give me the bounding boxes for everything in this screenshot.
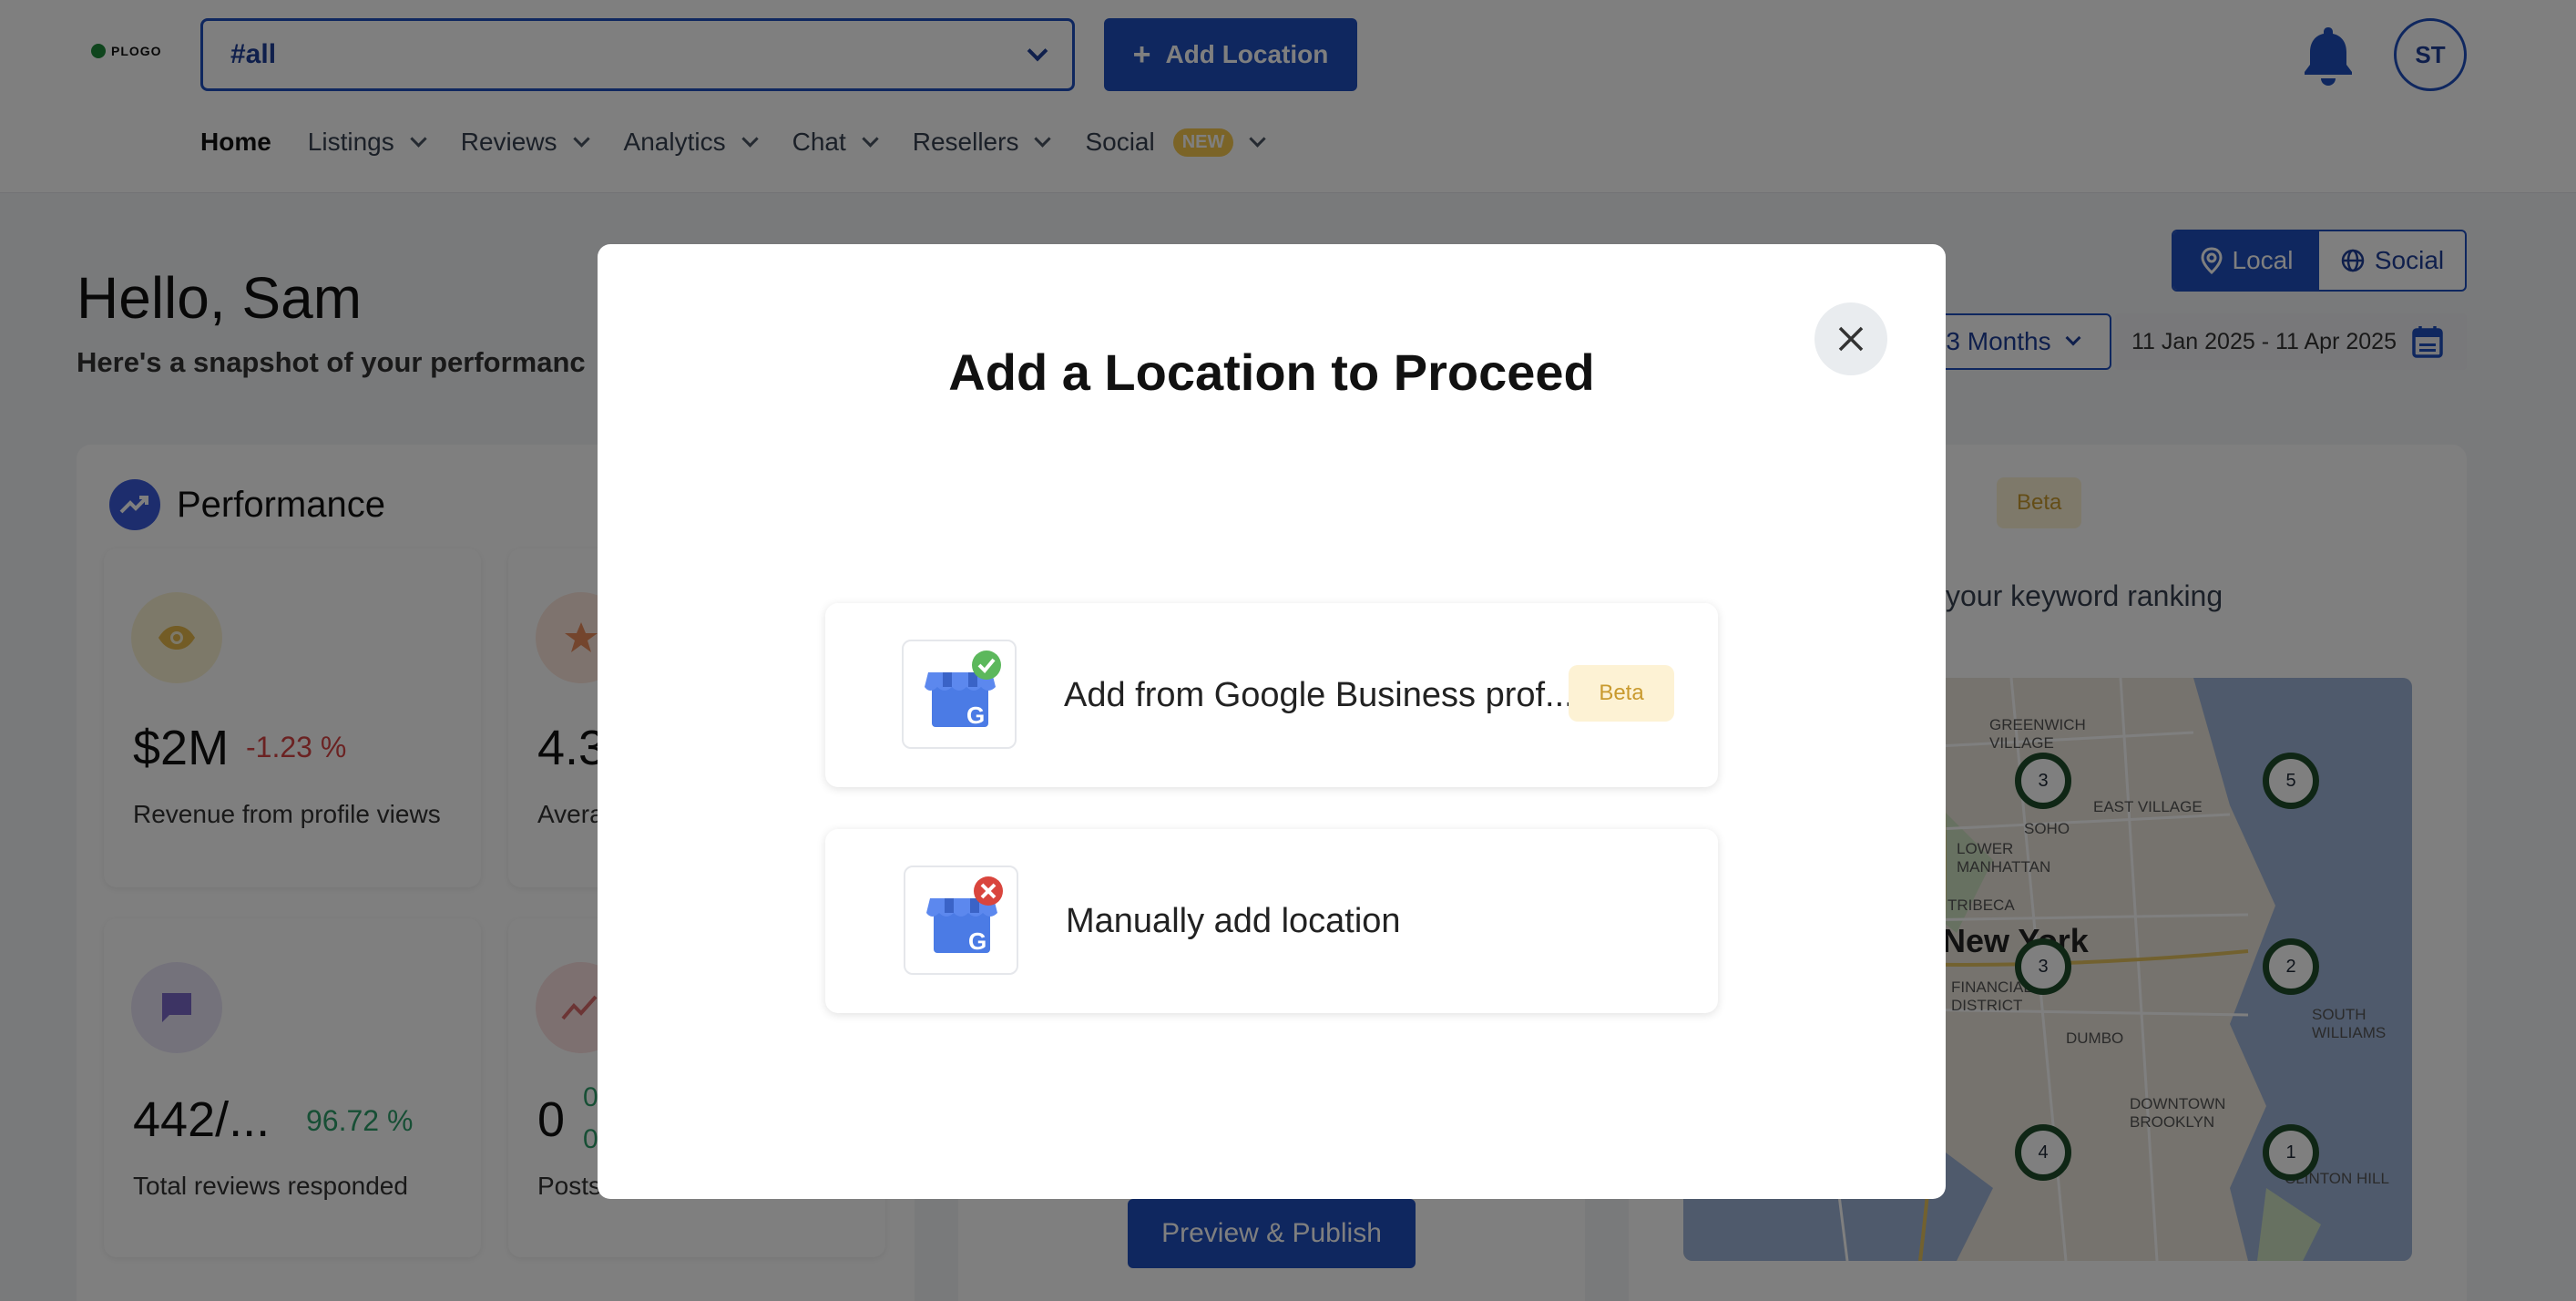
add-location-modal: Add a Location to Proceed G Add from Goo…	[598, 244, 1946, 1199]
svg-text:G: G	[968, 927, 986, 955]
option-label: Add from Google Business prof...	[1064, 675, 1574, 714]
google-business-icon: G	[902, 640, 1017, 749]
modal-title: Add a Location to Proceed	[948, 343, 1595, 401]
add-from-google-option[interactable]: G Add from Google Business prof... Beta	[825, 603, 1718, 787]
google-business-error-icon: G	[904, 866, 1018, 975]
manual-add-option[interactable]: G Manually add location	[825, 829, 1718, 1013]
beta-badge: Beta	[1569, 665, 1674, 722]
svg-text:G: G	[966, 702, 985, 729]
option-label: Manually add location	[1066, 901, 1401, 940]
